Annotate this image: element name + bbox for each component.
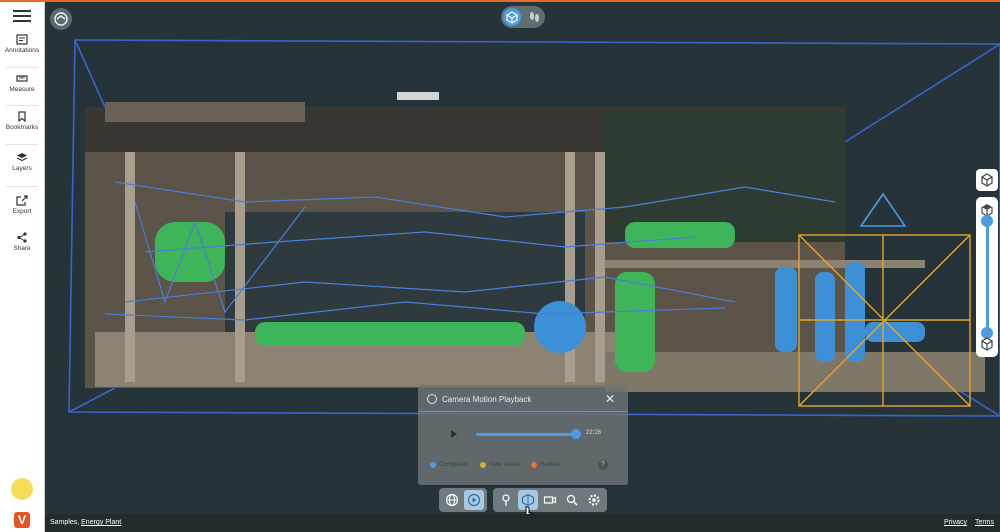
layers-icon (16, 153, 28, 162)
terms-link[interactable]: Terms (975, 519, 994, 526)
footer-bar: Samples, Energy Plant Privacy Terms (45, 514, 1000, 532)
sidebar: Annotations Measure Bookmarks Layers Exp… (0, 2, 45, 532)
divider (418, 411, 628, 412)
view-walk-button[interactable] (525, 8, 543, 26)
panel-title: Camera Motion Playback (442, 395, 532, 404)
sidebar-item-label: Layers (12, 165, 32, 172)
gear-icon (588, 494, 600, 506)
clipping-box-button[interactable] (976, 169, 998, 191)
camera-marker-icon (859, 192, 907, 227)
sidebar-item-bookmarks[interactable]: Bookmarks (0, 111, 44, 147)
slider-handle-top[interactable] (981, 215, 993, 227)
sidebar-item-label: Share (13, 245, 31, 252)
hamburger-menu-icon[interactable] (13, 10, 31, 24)
ruler-icon (16, 75, 28, 82)
globe-icon (445, 493, 459, 507)
footprints-icon (530, 12, 539, 22)
user-avatar[interactable] (11, 478, 33, 500)
camera-playback-panel: Camera Motion Playback ✕ 22:26 Completed… (418, 385, 628, 485)
sidebar-item-share[interactable]: Share (0, 232, 44, 268)
pin-button[interactable] (496, 490, 516, 510)
view-3d-button[interactable] (503, 8, 521, 26)
clipping-slider[interactable] (976, 197, 998, 357)
video-button[interactable] (540, 490, 560, 510)
annotations-icon (16, 34, 28, 45)
home-view-icon (54, 12, 68, 26)
settings-button[interactable] (584, 490, 604, 510)
globe-button[interactable] (442, 490, 462, 510)
sidebar-item-label: Export (12, 208, 32, 215)
cube-bottom-icon (980, 337, 994, 352)
divider (6, 144, 38, 145)
point-cloud-viewport[interactable]: Camera Motion Playback ✕ 22:26 Completed… (45, 2, 1000, 514)
brand-logo-icon: V (14, 512, 30, 528)
sidebar-item-measure[interactable]: Measure (0, 73, 44, 109)
playback-icon (427, 394, 437, 404)
toolbar-group-view (439, 488, 487, 512)
sidebar-item-export[interactable]: Export (0, 195, 44, 231)
divider (6, 67, 38, 68)
zoom-icon (566, 494, 578, 506)
footer-links: Privacy Terms (938, 519, 994, 526)
hand-pointer-icon (522, 506, 534, 514)
export-icon (16, 195, 28, 206)
view-mode-toggle[interactable] (501, 6, 545, 28)
sidebar-item-label: Annotations (4, 47, 40, 54)
sidebar-item-layers[interactable]: Layers (0, 152, 44, 188)
sidebar-item-label: Bookmarks (5, 124, 39, 131)
sidebar-item-label: Measure (9, 86, 35, 93)
privacy-link[interactable]: Privacy (944, 519, 967, 526)
legend-item: Completed (430, 462, 468, 468)
sidebar-item-annotations[interactable]: Annotations (0, 34, 44, 70)
toolbar-group-tools (493, 488, 607, 512)
box-clip-icon (980, 173, 994, 188)
legend-item: Over speed (480, 462, 520, 468)
section-icon (521, 493, 535, 507)
pin-icon (502, 494, 510, 506)
project-link[interactable]: Energy Plant (81, 519, 121, 526)
home-view-button[interactable] (50, 8, 72, 30)
zoom-button[interactable] (562, 490, 582, 510)
share-icon (17, 232, 27, 243)
play-circle-icon (467, 493, 481, 507)
divider (6, 186, 38, 187)
close-icon[interactable]: ✕ (605, 393, 615, 405)
project-breadcrumb: Samples, Energy Plant (50, 519, 121, 526)
playback-scrubber[interactable] (476, 429, 581, 439)
project-prefix: Samples, (50, 519, 80, 526)
help-icon[interactable]: ? (598, 460, 608, 470)
bookmark-icon (18, 111, 26, 122)
divider (6, 105, 38, 106)
play-icon[interactable] (451, 430, 457, 438)
slider-track[interactable] (986, 221, 989, 333)
legend-item: Rushed (531, 462, 561, 468)
playback-time: 22:26 (586, 430, 602, 436)
camera-playback-button[interactable] (464, 490, 484, 510)
cube-view-icon (505, 11, 519, 25)
video-camera-icon (543, 496, 557, 504)
scrubber-handle[interactable] (571, 429, 581, 439)
